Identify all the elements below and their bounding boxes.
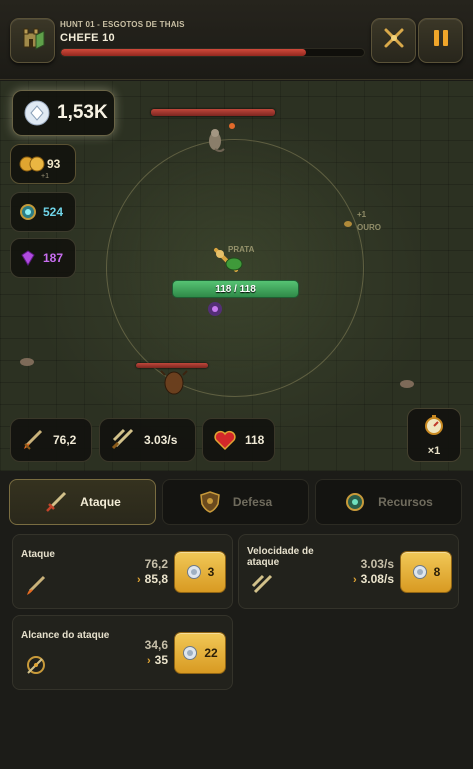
crystal-counter: 1,53K (12, 90, 115, 136)
boss-title: CHEFE 10 (60, 32, 115, 44)
boss-rat-sprite (204, 127, 226, 158)
blue-gem-counter: 524 (10, 192, 76, 232)
silver-coin-icon (412, 564, 428, 580)
upgrade-next-value: 35 (147, 653, 168, 667)
heart-icon (213, 429, 237, 451)
player-hp-bar: 118 / 118 (172, 280, 299, 298)
tab-resources[interactable]: Recursos (315, 479, 462, 525)
resource-gem-tab-icon (344, 491, 366, 513)
tab-defense-label: Defesa (232, 495, 273, 509)
purple-gem-icon (19, 250, 37, 266)
auto-battle-button[interactable] (371, 18, 416, 63)
silver-coin-icon (186, 564, 202, 580)
health-stat-value: 118 (245, 433, 265, 447)
tab-defense[interactable]: Defesa (162, 479, 309, 525)
upgrade-next-value: 3.08/s (353, 572, 394, 586)
boss-hp-fill (61, 49, 307, 56)
attack-stat-value: 76,2 (53, 433, 77, 447)
purple-gem-value: 187 (43, 251, 64, 265)
crossed-swords-icon (382, 26, 406, 55)
top-bar: HUNT 01 - ESGOTOS DE THAIS CHEFE 10 (0, 0, 473, 80)
hunt-subtitle: HUNT 01 - ESGOTOS DE THAIS (60, 20, 185, 29)
upgrade-card-attack: Ataque 76,2 85,8 3 (12, 534, 233, 609)
tab-resources-label: Recursos (378, 495, 433, 509)
buy-upgrade-button[interactable]: 22 (174, 632, 226, 674)
magic-orb-icon (205, 299, 225, 324)
upgrade-title: Velocidade de ataque (247, 546, 314, 568)
upgrade-current-value: 3.03/s (360, 557, 394, 571)
upgrade-cost: 8 (433, 565, 441, 579)
dual-swords-icon (110, 428, 136, 452)
rat-enemy-sprite-2 (398, 377, 416, 395)
attack-speed-stat-value: 3.03/s (144, 433, 178, 447)
upgrade-cost: 3 (207, 565, 215, 579)
upgrade-current-value: 34,6 (144, 638, 168, 652)
cockroach-enemy-sprite (160, 369, 188, 400)
silver-coin-icon (182, 645, 198, 661)
castle-map-icon (20, 25, 46, 56)
fire-sword-icon (21, 571, 51, 601)
gold-value: 93 (47, 157, 61, 171)
float-gold-label: OURO (357, 223, 381, 232)
speed-multiplier: ×1 (427, 444, 441, 457)
fire-sword-icon (21, 428, 45, 452)
fire-spark-icon (228, 117, 236, 135)
buy-upgrade-button[interactable]: 3 (174, 551, 226, 593)
upgrade-title: Alcance do ataque (21, 630, 110, 641)
blue-gem-icon (19, 203, 37, 221)
crosshair-bow-icon (21, 650, 51, 680)
upgrade-cost: 22 (204, 646, 218, 660)
health-stat-chip: 118 (202, 418, 275, 462)
upgrade-current-value: 76,2 (144, 557, 168, 571)
upgrade-card-attack-speed: Velocidade de ataque 3.03/s 3.08/s 8 (238, 534, 459, 609)
shield-tab-icon (199, 490, 221, 514)
tab-attack-label: Ataque (80, 495, 121, 509)
boss-hp-bar (60, 48, 365, 57)
gold-gain: +1 (41, 173, 49, 180)
buy-upgrade-button[interactable]: 8 (400, 551, 452, 593)
map-button[interactable] (10, 18, 55, 63)
crystal-value: 1,53K (57, 102, 108, 123)
crystal-icon (23, 99, 51, 127)
tab-attack[interactable]: Ataque (9, 479, 156, 525)
enemy-hp-bar (136, 363, 208, 368)
gold-counter: 93 +1 (10, 144, 76, 184)
dual-swords-icon (247, 571, 277, 601)
purple-gem-counter: 187 (10, 238, 76, 278)
player-archer-sprite (210, 244, 246, 283)
game-field[interactable]: +1 OURO PRATA 118 / 118 1,53K 93 +1 524 … (0, 81, 473, 471)
gold-coins-icon (19, 155, 45, 173)
game-speed-button[interactable]: ×1 (407, 408, 461, 462)
blue-gem-value: 524 (43, 205, 64, 219)
float-gold-plus: +1 (357, 210, 367, 219)
attack-speed-stat-chip: 3.03/s (99, 418, 196, 462)
attack-stat-chip: 76,2 (10, 418, 92, 462)
upgrade-card-attack-range: Alcance do ataque 34,6 35 22 (12, 615, 233, 690)
sword-tab-icon (44, 490, 68, 514)
gold-drop-icon (343, 215, 353, 233)
upgrade-panel: Ataque Defesa Recursos Ataque 76,2 › 85,… (0, 471, 473, 769)
pause-button[interactable] (418, 18, 463, 63)
upgrade-title: Ataque (21, 549, 55, 560)
stopwatch-icon (423, 414, 445, 441)
boss-hp-overhead (151, 109, 275, 116)
rat-enemy-sprite (18, 355, 36, 373)
pause-icon (432, 28, 450, 53)
upgrade-next-value: 85,8 (137, 572, 168, 586)
